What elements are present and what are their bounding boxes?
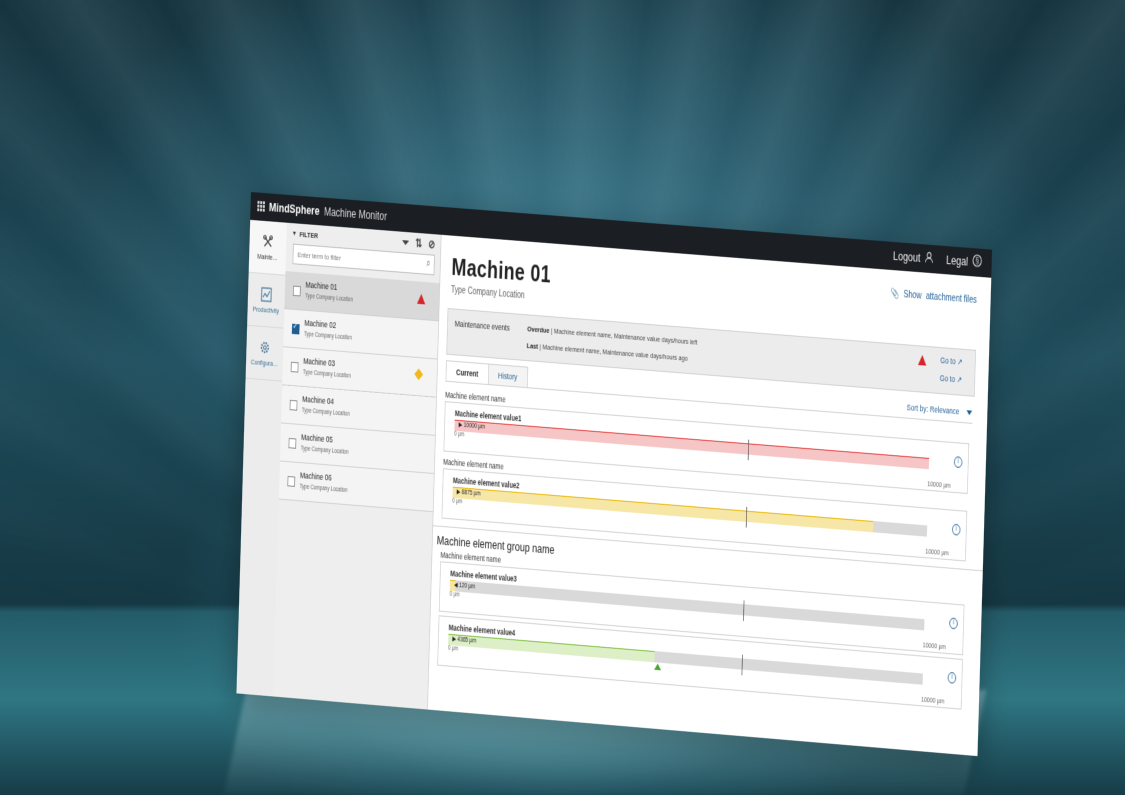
main-content: Machine 01 Type Company Location 📎 Show … [428,235,992,756]
element-value: 120 µm [458,582,476,591]
machine-checkbox[interactable] [289,399,298,411]
app-title: Machine Monitor [323,205,388,224]
legal-label: Legal [945,252,969,269]
machine-name: Machine 06 [299,470,332,483]
threshold-tick [743,600,745,622]
rail-item-configuration[interactable]: Configura… [245,325,284,382]
machine-name: Machine 02 [304,318,337,330]
legal-button[interactable]: Legal § [946,252,982,271]
overdue-label: Overdue [527,324,550,335]
element-fill [452,486,874,533]
element-fill [448,633,655,663]
goto-last-link[interactable]: Go to ↗ [939,373,963,385]
hide-icon[interactable]: ⊘ [428,238,435,252]
warning-icon [414,368,424,381]
current-marker-icon [654,663,662,671]
chart-icon [260,286,272,302]
filter-title: FILTER [299,229,319,240]
zero-label: 0 µm [447,645,459,653]
attach-show: Show [903,288,922,301]
max-label: 10000 µm [922,640,947,651]
element-progress-bar: ▶ 8875 µm [452,486,928,537]
sort-value: Relevance [929,404,960,417]
svg-text:§: § [975,256,979,267]
machine-checkbox[interactable] [288,437,297,449]
legal-icon: § [972,254,982,271]
zero-label: 0 µm [452,497,463,506]
last-label: Last [526,341,539,351]
external-link-icon: ↗ [957,356,963,367]
element-value-label: ◀ 120 µm [454,581,475,590]
app-grid-icon [257,200,266,212]
machine-name: Machine 03 [303,356,336,369]
external-link-icon: ↗ [956,374,963,385]
element-progress-bar: ▶ 10000 µm [454,419,930,470]
caret-right-icon: ▶ [458,421,463,429]
machine-sub: Type Company Location [301,407,350,418]
info-icon[interactable]: i [951,523,961,536]
machine-sub: Type Company Location [299,483,348,494]
error-icon [917,354,927,366]
rail-label-maintenance: Mainte… [257,251,278,262]
goto-label: Go to [939,373,956,384]
brand-label: MindSphere [268,199,320,218]
machine-sub: Type Company Location [304,331,352,342]
paperclip-icon: 📎 [890,287,900,300]
info-icon[interactable]: i [953,456,963,469]
sort-label: Sort by: [906,402,929,414]
machine-checkbox[interactable] [292,285,301,297]
last-text: | Machine element name, Maintenance valu… [539,342,688,363]
attach-files: attachment files [925,290,977,306]
rail-item-maintenance[interactable]: Mainte… [248,219,287,276]
max-label: 10000 µm [925,546,949,558]
app-screen: MindSphere Machine Monitor Logout Legal … [236,192,993,757]
goto-overdue-link[interactable]: Go to ↗ [940,355,963,368]
sort-dropdown[interactable]: Sort by: Relevance [906,402,973,418]
logout-button[interactable]: Logout [893,248,934,266]
overdue-text: | Machine element name, Maintenance valu… [550,326,698,347]
caret-left-icon: ◀ [453,582,458,589]
rail-item-productivity[interactable]: Productivity [247,272,286,329]
machine-sub: Type Company Location [300,445,349,456]
show-attachments-link[interactable]: 📎 Show attachment files [890,287,977,306]
zero-label: 0 µm [449,591,460,599]
goto-label: Go to [940,355,956,367]
machine-name: Machine 01 [305,280,338,292]
machine-name: Machine 05 [300,432,333,445]
caret-right-icon: ▶ [452,636,457,643]
error-icon [416,293,426,305]
machine-sub: Type Company Location [302,369,351,380]
element-fill [454,419,930,470]
info-icon[interactable]: i [947,671,957,684]
machine-list-panel: ▼ FILTER ⏷ ⇅ ⊘ ⌕ Machine 01 Type Company… [273,222,442,710]
funnel-icon[interactable]: ⏷ [402,236,409,250]
caret-down-icon: ▼ [291,230,297,237]
gear-icon [260,341,269,353]
brand[interactable]: MindSphere [257,199,320,218]
logout-label: Logout [892,248,921,265]
info-icon[interactable]: i [949,617,958,630]
sort-icon[interactable]: ⇅ [415,236,422,250]
wrench-icon [263,234,273,247]
caret-right-icon: ▶ [456,488,461,496]
threshold-tick [741,654,743,676]
last-row: Last | Machine element name, Maintenance… [527,341,688,362]
page-title: Machine 01 [451,252,552,289]
rail-label-configuration: Configura… [250,357,279,368]
events-label: Maintenance events [454,318,510,333]
machine-checkbox[interactable] [287,476,296,487]
max-label: 10000 µm [927,479,951,490]
machine-checkbox[interactable] [291,323,300,335]
zero-label: 0 µm [454,430,465,439]
chevron-down-icon [966,410,973,416]
page-subtitle: Type Company Location [450,285,525,302]
rail-label-productivity: Productivity [252,304,280,315]
max-label: 10000 µm [920,694,945,706]
user-icon [924,251,933,267]
search-icon[interactable]: ⌕ [426,258,431,270]
machine-sub: Type Company Location [305,293,354,304]
machine-checkbox[interactable] [290,361,299,373]
machine-name: Machine 04 [302,394,335,407]
